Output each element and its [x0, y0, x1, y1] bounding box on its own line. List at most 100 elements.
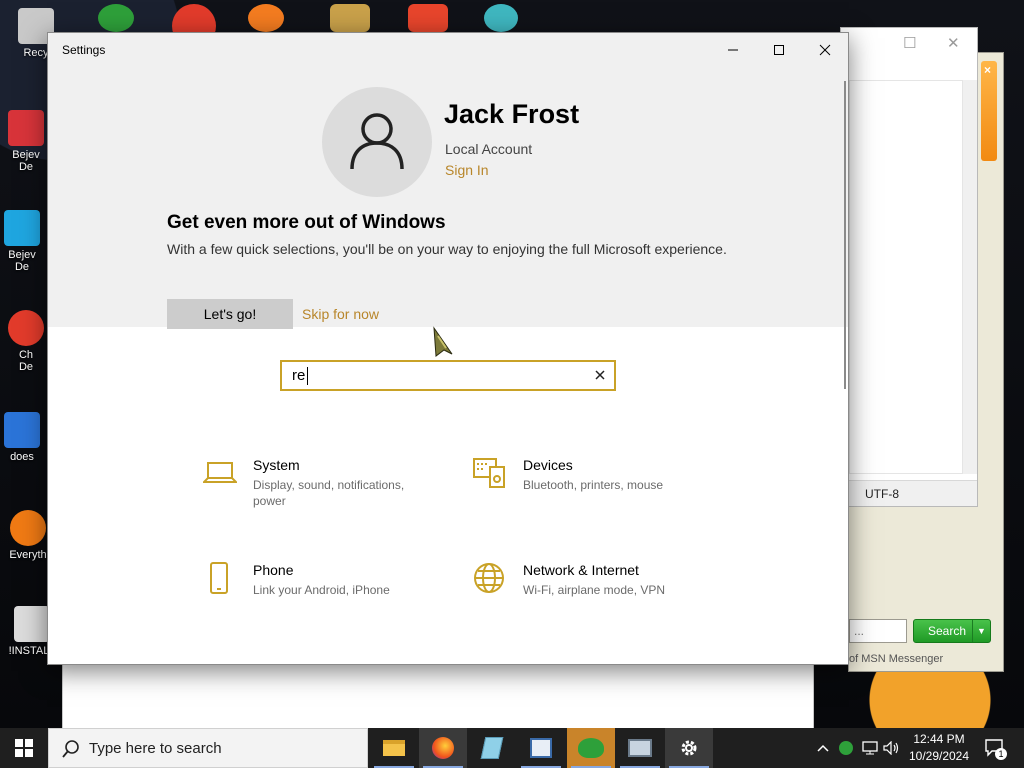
category-network-internet[interactable]: Network & Internet Wi-Fi, airplane mode,…	[473, 562, 723, 632]
close-button[interactable]	[802, 33, 848, 67]
maximize-icon[interactable]: ☐	[903, 34, 916, 52]
bejeweled-icon	[8, 110, 44, 146]
taskbar-settings[interactable]	[665, 728, 713, 768]
category-devices[interactable]: Devices Bluetooth, printers, mouse	[473, 457, 723, 527]
encoding-status: UTF-8	[865, 487, 899, 501]
tray-messenger[interactable]	[836, 728, 856, 768]
promo-text: With a few quick selections, you'll be o…	[167, 241, 727, 257]
maximize-button[interactable]	[756, 33, 802, 67]
close-icon[interactable]: ✕	[947, 34, 960, 52]
taskbar-network[interactable]	[616, 728, 664, 768]
taskbar-clock[interactable]: 12:44 PM 10/29/2024	[902, 731, 976, 765]
windows-logo-icon	[15, 739, 33, 757]
settings-search-input[interactable]: re	[280, 360, 616, 391]
msn-messenger-icon	[578, 738, 604, 758]
settings-gear-icon	[681, 740, 697, 756]
tray-network[interactable]	[860, 728, 880, 768]
notepad-icon	[480, 737, 504, 759]
network-icon	[628, 739, 652, 757]
taskbar-search-box[interactable]: Type here to search	[48, 728, 368, 768]
desktop-icon-label: does	[10, 451, 34, 463]
game-icon[interactable]	[330, 4, 370, 32]
sign-in-link[interactable]: Sign In	[445, 162, 489, 178]
action-center-button[interactable]: 1	[980, 728, 1010, 768]
messenger-close-tab[interactable]: ×	[981, 61, 997, 161]
network-tray-icon	[862, 741, 878, 755]
globe-icon	[474, 563, 504, 593]
file-explorer-icon	[383, 740, 405, 756]
clear-search-icon[interactable]	[592, 367, 608, 383]
taskbar-file-explorer[interactable]	[370, 728, 418, 768]
search-input-value: re	[292, 367, 306, 384]
search-icon	[62, 740, 79, 758]
lets-go-button[interactable]: Let's go!	[167, 299, 293, 329]
close-icon: ×	[984, 63, 992, 77]
volume-icon	[883, 741, 899, 755]
profile-name: Jack Frost	[444, 99, 580, 129]
installer-icon	[14, 606, 50, 642]
category-description: Display, sound, notifications, power	[253, 478, 405, 508]
maximize-icon	[774, 45, 784, 55]
devices-icon	[473, 458, 505, 488]
shortcut-icon	[4, 412, 40, 448]
desktop-icon-label: Bejev	[8, 249, 36, 261]
taskbar-notepad[interactable]	[468, 728, 516, 768]
phone-icon	[210, 562, 228, 594]
editor-scrollbar[interactable]	[963, 80, 977, 474]
category-title: System	[253, 457, 300, 473]
account-hero-section: Jack Frost Local Account Sign In Get eve…	[48, 67, 848, 329]
tray-volume[interactable]	[882, 728, 902, 768]
wordpad-icon	[530, 738, 552, 758]
desktop-icon-shortcut[interactable]: does	[0, 412, 52, 463]
notification-count-badge: 1	[995, 748, 1007, 760]
category-phone[interactable]: Phone Link your Android, iPhone	[203, 562, 453, 632]
everything-icon	[10, 510, 46, 546]
background-window-body	[62, 664, 814, 728]
clock-time: 12:44 PM	[913, 732, 965, 746]
settings-titlebar: Settings	[48, 33, 848, 67]
settings-scrollbar[interactable]	[844, 81, 846, 389]
promo-title: Get even more out of Windows	[167, 212, 446, 233]
desktop-icon-label-line2: De	[14, 261, 30, 273]
messenger-search-input[interactable]: ...	[849, 619, 907, 643]
firefox-desktop-icon[interactable]	[248, 4, 284, 32]
start-button[interactable]	[0, 728, 48, 768]
taskbar-firefox[interactable]	[419, 728, 467, 768]
account-type: Local Account	[445, 141, 533, 157]
minimize-button[interactable]	[710, 33, 756, 67]
taskbar-msn-messenger[interactable]	[567, 728, 615, 768]
desktop-icon-bejeweled-2[interactable]: Bejev De	[0, 210, 52, 273]
mouse-cursor-icon	[430, 326, 456, 363]
settings-window: Settings Jack Frost Local Account Sign I…	[47, 32, 849, 665]
messenger-people-icon[interactable]	[98, 4, 134, 32]
background-editor-window: ☐ ✕ UTF-8	[840, 27, 978, 507]
category-system[interactable]: System Display, sound, notifications, po…	[203, 457, 453, 527]
user-icon	[350, 113, 404, 170]
taskbar: Type here to search 12:44 PM 10/29/2024 …	[0, 728, 1024, 768]
messenger-footer-text: of MSN Messenger	[849, 653, 944, 665]
chevron-down-icon[interactable]: ▼	[972, 620, 990, 642]
avatar[interactable]	[322, 87, 432, 197]
window-title: Settings	[62, 43, 106, 57]
skip-for-now-link[interactable]: Skip for now	[302, 306, 379, 322]
messenger-search-button-label: Search	[928, 624, 967, 638]
show-hidden-icons-button[interactable]	[814, 728, 832, 768]
category-description: Bluetooth, printers, mouse	[523, 478, 664, 492]
taskbar-search-placeholder: Type here to search	[89, 740, 222, 757]
taskbar-wordpad[interactable]	[517, 728, 565, 768]
background-window-titlebar: ☐ ✕	[841, 28, 977, 74]
chrome-shortcut-icon	[8, 310, 44, 346]
editor-text-area[interactable]	[849, 80, 963, 474]
bejeweled-icon	[4, 210, 40, 246]
close-icon	[819, 44, 831, 56]
editor-status-bar: UTF-8	[841, 480, 977, 506]
anime-icon[interactable]	[484, 4, 518, 32]
category-title: Devices	[523, 457, 573, 473]
minimize-icon	[728, 49, 738, 51]
laptop-icon	[203, 462, 237, 483]
category-description: Wi-Fi, airplane mode, VPN	[523, 583, 666, 597]
shield-icon[interactable]	[408, 4, 448, 32]
clock-date: 10/29/2024	[908, 749, 970, 763]
messenger-search-button[interactable]: Search ▼	[913, 619, 991, 643]
chevron-up-icon	[817, 744, 829, 752]
